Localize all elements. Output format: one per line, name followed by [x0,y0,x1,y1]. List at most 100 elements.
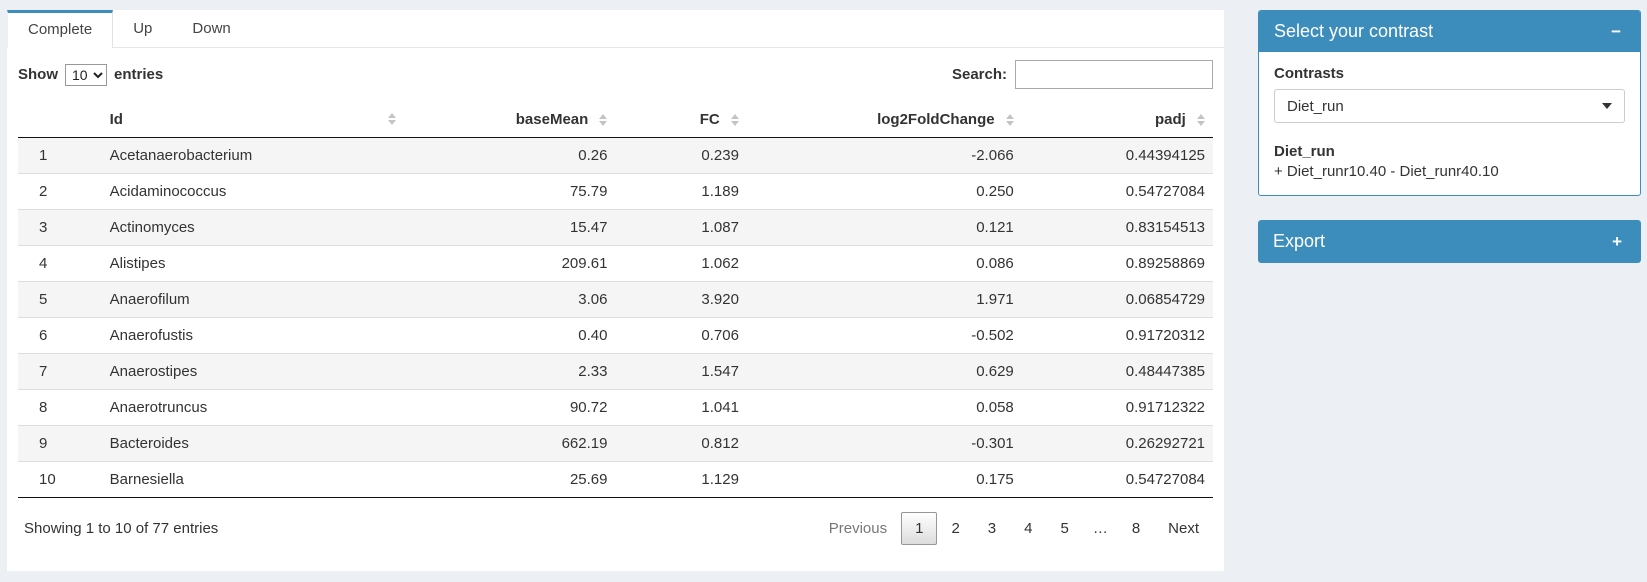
cell-padj: 0.89258869 [1022,246,1213,282]
header-basemean[interactable]: baseMean [406,101,615,138]
contrast-box-title: Select your contrast [1274,21,1433,42]
table-row: 3 Actinomyces 15.47 1.087 0.121 0.831545… [18,210,1213,246]
table-wrapper: Show 10 entries Search: Id [7,48,1224,545]
page-button-2[interactable]: 2 [937,512,973,545]
cell-padj: 0.54727084 [1022,174,1213,210]
sort-icon [388,113,396,125]
cell-padj: 0.26292721 [1022,426,1213,462]
contrast-box-header[interactable]: Select your contrast − [1259,11,1640,52]
collapse-minus-icon[interactable]: − [1607,21,1625,42]
cell-id: Anaerofustis [102,318,407,354]
contrast-box: Select your contrast − Contrasts Diet_ru… [1258,10,1641,196]
cell-fc: 1.547 [615,354,746,390]
cell-rownum: 8 [18,390,102,426]
page-length-select[interactable]: 10 [65,64,107,86]
cell-log2foldchange: -2.066 [747,138,1022,174]
page-length-control: Show 10 entries [18,64,163,86]
cell-id: Anaerofilum [102,282,407,318]
cell-basemean: 3.06 [406,282,615,318]
cell-fc: 0.812 [615,426,746,462]
cell-rownum: 7 [18,354,102,390]
page-button-5[interactable]: 5 [1046,512,1082,545]
table-header-row: Id baseMean FC log2FoldChange [18,101,1213,138]
sort-icon [1197,114,1205,126]
header-padj-label: padj [1155,111,1186,128]
cell-id: Acidaminococcus [102,174,407,210]
cell-padj: 0.48447385 [1022,354,1213,390]
cell-padj: 0.54727084 [1022,462,1213,498]
contrast-box-body: Contrasts Diet_run Diet_run + Diet_runr1… [1259,52,1640,195]
cell-log2foldchange: 0.175 [747,462,1022,498]
cell-rownum: 4 [18,246,102,282]
table-row: 9 Bacteroides 662.19 0.812 -0.301 0.2629… [18,426,1213,462]
cell-log2foldchange: 1.971 [747,282,1022,318]
header-log2foldchange[interactable]: log2FoldChange [747,101,1022,138]
cell-basemean: 0.40 [406,318,615,354]
header-fc[interactable]: FC [615,101,746,138]
search-control: Search: [952,60,1213,89]
cell-fc: 3.920 [615,282,746,318]
page-button-1[interactable]: 1 [901,512,937,545]
cell-id: Alistipes [102,246,407,282]
cell-id: Anaerotruncus [102,390,407,426]
cell-log2foldchange: 0.058 [747,390,1022,426]
cell-log2foldchange: 0.121 [747,210,1022,246]
cell-rownum: 5 [18,282,102,318]
cell-id: Anaerostipes [102,354,407,390]
cell-log2foldchange: -0.301 [747,426,1022,462]
cell-log2foldchange: 0.086 [747,246,1022,282]
tab-up[interactable]: Up [113,10,172,47]
entries-label: entries [114,66,163,83]
cell-fc: 1.062 [615,246,746,282]
cell-rownum: 2 [18,174,102,210]
sort-icon [1006,114,1014,126]
cell-log2foldchange: -0.502 [747,318,1022,354]
sort-icon [599,114,607,126]
previous-page-button[interactable]: Previous [815,512,901,545]
cell-rownum: 9 [18,426,102,462]
cell-fc: 1.129 [615,462,746,498]
page-ellipsis: … [1083,513,1118,544]
export-box-header[interactable]: Export + [1258,220,1641,263]
cell-fc: 1.087 [615,210,746,246]
header-padj[interactable]: padj [1022,101,1213,138]
contrasts-label: Contrasts [1274,65,1625,82]
cell-basemean: 25.69 [406,462,615,498]
cell-rownum: 3 [18,210,102,246]
header-id-label: Id [110,111,123,128]
cell-id: Acetanaerobacterium [102,138,407,174]
chevron-down-icon [1602,103,1612,109]
cell-log2foldchange: 0.629 [747,354,1022,390]
search-input[interactable] [1015,60,1213,89]
page-button-4[interactable]: 4 [1010,512,1046,545]
page-button-8[interactable]: 8 [1118,512,1154,545]
table-info: Showing 1 to 10 of 77 entries [24,520,218,537]
header-log2foldchange-label: log2FoldChange [877,111,995,128]
table-row: 1 Acetanaerobacterium 0.26 0.239 -2.066 … [18,138,1213,174]
table-row: 4 Alistipes 209.61 1.062 0.086 0.8925886… [18,246,1213,282]
expand-plus-icon[interactable]: + [1608,231,1626,252]
header-id[interactable]: Id [102,101,407,138]
cell-rownum: 1 [18,138,102,174]
cell-basemean: 90.72 [406,390,615,426]
cell-id: Barnesiella [102,462,407,498]
next-page-button[interactable]: Next [1154,512,1213,545]
table-row: 7 Anaerostipes 2.33 1.547 0.629 0.484473… [18,354,1213,390]
results-panel: Complete Up Down Show 10 entries Search: [7,10,1224,571]
cell-basemean: 0.26 [406,138,615,174]
results-table: Id baseMean FC log2FoldChange [18,101,1213,498]
tab-down[interactable]: Down [172,10,250,47]
table-row: 8 Anaerotruncus 90.72 1.041 0.058 0.9171… [18,390,1213,426]
header-basemean-label: baseMean [516,111,589,128]
results-tab-bar: Complete Up Down [7,10,1224,48]
table-row: 5 Anaerofilum 3.06 3.920 1.971 0.0685472… [18,282,1213,318]
cell-rownum: 10 [18,462,102,498]
sidebar-panel: Select your contrast − Contrasts Diet_ru… [1258,10,1641,263]
search-label: Search: [952,66,1007,83]
contrast-select[interactable]: Diet_run [1274,89,1625,123]
page-button-3[interactable]: 3 [974,512,1010,545]
show-label: Show [18,66,58,83]
tab-complete[interactable]: Complete [7,10,113,48]
export-box: Export + [1258,220,1641,263]
cell-fc: 0.706 [615,318,746,354]
